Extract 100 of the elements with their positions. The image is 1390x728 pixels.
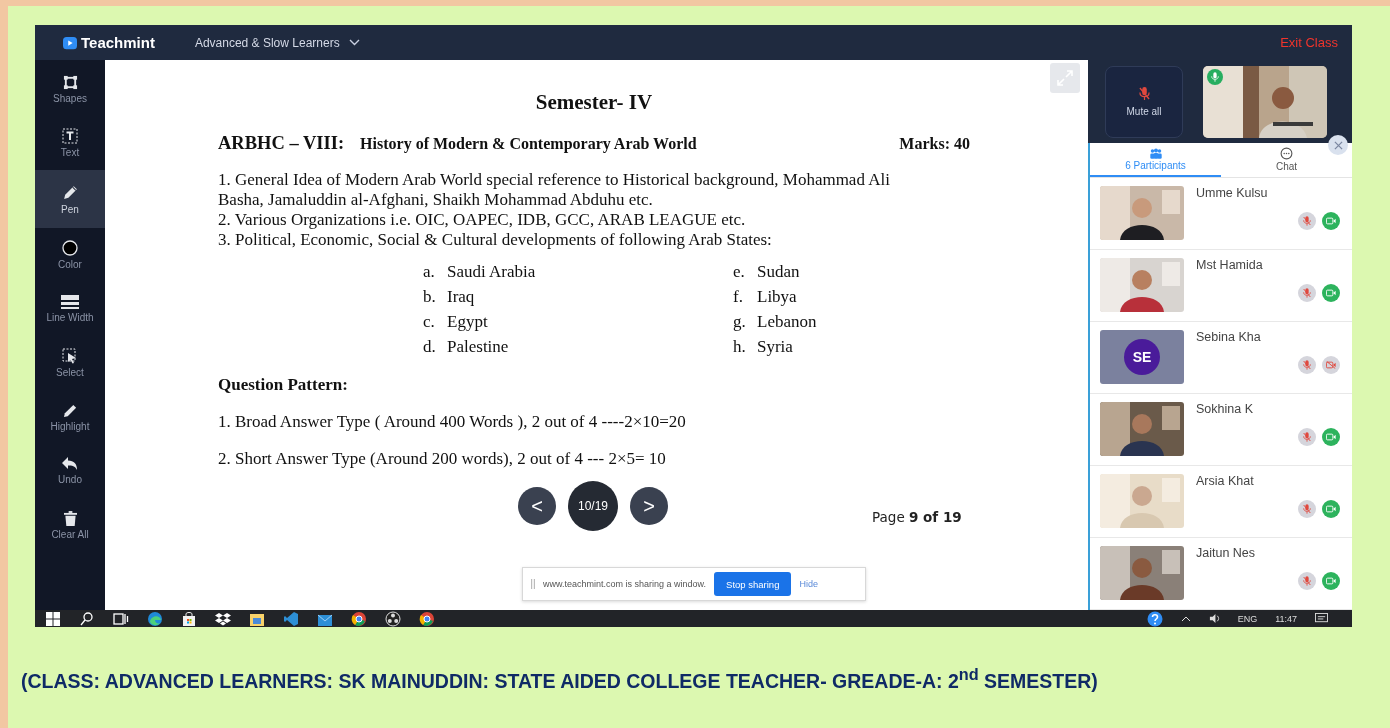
participant-name: Sokhina K — [1196, 402, 1254, 416]
camera-off-icon — [1326, 361, 1336, 369]
muted-mic-icon — [1303, 360, 1311, 370]
participant-name: Arsia Khat — [1196, 474, 1255, 488]
camera-icon — [1326, 505, 1336, 513]
state-name: Syria — [757, 337, 793, 357]
exit-class-button[interactable]: Exit Class — [1280, 35, 1338, 50]
help-icon[interactable] — [1146, 610, 1163, 627]
list-letter: g. — [733, 312, 747, 332]
color-circle-icon — [62, 240, 78, 256]
stop-sharing-button[interactable]: Stop sharing — [714, 572, 792, 596]
muted-mic-icon — [1303, 576, 1311, 586]
select-icon — [62, 348, 78, 364]
tool-button[interactable]: Clear All — [35, 498, 105, 552]
state-name: Iraq — [447, 287, 475, 307]
question-pattern-line: 1. Broad Answer Type ( Around 400 Words ), 2 out of 4 ----2×10=20 — [218, 412, 687, 432]
marks-text: Marks: 40 — [899, 135, 970, 153]
page-number: Page 9 of 19 — [872, 509, 962, 525]
code-icon[interactable] — [283, 610, 299, 627]
muted-mic-button[interactable] — [1298, 428, 1316, 446]
bag-icon[interactable] — [181, 610, 197, 627]
pencil-icon — [61, 183, 79, 201]
camera-button[interactable] — [1322, 428, 1340, 446]
class-dropdown[interactable]: Advanced & Slow Learners — [194, 35, 360, 50]
notification-icon[interactable] — [1315, 613, 1328, 624]
drag-handle-icon[interactable] — [531, 579, 535, 589]
camera-icon — [1326, 433, 1336, 441]
tool-button[interactable]: Undo — [35, 444, 105, 498]
search-icon[interactable] — [79, 610, 95, 627]
sharing-message: www.teachmint.com is sharing a window. — [543, 579, 707, 589]
tool-button[interactable]: Color — [35, 228, 105, 282]
chevron-up-icon[interactable] — [1180, 615, 1191, 622]
tool-button[interactable]: Line Width — [35, 282, 105, 336]
camera-button[interactable] — [1322, 212, 1340, 230]
windows-icon[interactable] — [45, 610, 61, 627]
speaker-icon[interactable] — [1208, 613, 1220, 624]
tool-button[interactable]: Text — [35, 116, 105, 170]
task-view-icon[interactable] — [113, 610, 129, 627]
syllabus-item: 2. Various Organizations i.e. OIC, OAPEC, IDB, GCC, ARAB LEAGUE etc. — [218, 210, 747, 230]
camera-off-button[interactable] — [1322, 356, 1340, 374]
language-indicator[interactable]: ENG — [1237, 613, 1258, 624]
muted-mic-button[interactable] — [1298, 284, 1316, 302]
course-code: ARBHC – VIII: — [218, 133, 345, 154]
tool-button[interactable]: Select — [35, 336, 105, 390]
record-icon[interactable] — [385, 610, 401, 627]
participant-name: Sebina Kha — [1196, 330, 1262, 344]
people-icon — [1148, 147, 1163, 159]
line-width-icon — [61, 295, 79, 309]
course-title: History of Modern & Contemporary Arab World — [360, 135, 697, 153]
participant-name: Mst Hamida — [1196, 258, 1264, 272]
caption: (CLASS: ADVANCED LEARNERS: SK MAINUDDIN: STATE AIDED COLLEGE TEACHER- GREADE-A: 2$^{nd}$ SEMESTER) — [21, 665, 1099, 693]
camera-button[interactable] — [1322, 500, 1340, 518]
avatar: SE — [1124, 339, 1160, 375]
browser-icon[interactable] — [351, 610, 367, 627]
state-name: Palestine — [447, 337, 509, 357]
panel-tab[interactable]: Chat — [1221, 143, 1352, 177]
state-name: Saudi Arabia — [447, 262, 536, 282]
text-tool-icon — [62, 128, 78, 144]
camera-button[interactable] — [1322, 284, 1340, 302]
undo-icon — [62, 457, 78, 471]
previous-page-button[interactable]: < — [518, 487, 556, 525]
muted-mic-icon — [1303, 504, 1311, 514]
tool-button[interactable]: Shapes — [35, 62, 105, 116]
page-counter[interactable]: 10/19 — [568, 481, 618, 531]
marker-icon — [62, 402, 78, 418]
camera-button[interactable] — [1322, 572, 1340, 590]
app-logo: Teachmint — [81, 34, 155, 51]
tool-button[interactable]: Pen — [35, 170, 105, 228]
muted-mic-button[interactable] — [1298, 356, 1316, 374]
clock[interactable]: 11:47 — [1275, 613, 1297, 624]
muted-mic-icon — [1303, 288, 1311, 298]
list-letter: d. — [423, 337, 437, 357]
camera-icon — [1326, 217, 1336, 225]
question-pattern-line: 2. Short Answer Type (Around 200 words), 2 out of 4 --- 2×5= 10 — [218, 449, 667, 469]
tool-button[interactable]: Highlight — [35, 390, 105, 444]
chevron-down-icon — [348, 39, 360, 46]
camera-icon — [1326, 289, 1336, 297]
browser-icon[interactable] — [147, 610, 163, 627]
hide-link[interactable]: Hide — [799, 579, 818, 589]
muted-mic-button[interactable] — [1298, 212, 1316, 230]
shapes-icon — [62, 74, 78, 90]
state-name: Libya — [757, 287, 797, 307]
trash-icon — [63, 510, 77, 526]
muted-mic-button[interactable] — [1298, 500, 1316, 518]
muted-mic-button[interactable] — [1298, 572, 1316, 590]
mute-all-button[interactable]: Mute all — [1105, 65, 1183, 138]
next-page-button[interactable]: > — [630, 487, 668, 525]
list-letter: c. — [423, 312, 436, 332]
close-icon — [1333, 140, 1343, 150]
list-letter: e. — [733, 262, 746, 282]
list-letter: h. — [733, 337, 747, 357]
boxes-icon[interactable] — [215, 610, 231, 627]
browser-icon[interactable] — [419, 610, 435, 627]
list-letter: f. — [733, 287, 744, 307]
panel-tab[interactable]: 6 Participants — [1090, 143, 1221, 177]
state-name: Sudan — [757, 262, 800, 282]
state-name: Egypt — [447, 312, 488, 332]
muted-mic-icon — [1303, 216, 1311, 226]
document-title: Semester- IV — [534, 90, 654, 115]
close-button[interactable] — [1328, 135, 1348, 155]
